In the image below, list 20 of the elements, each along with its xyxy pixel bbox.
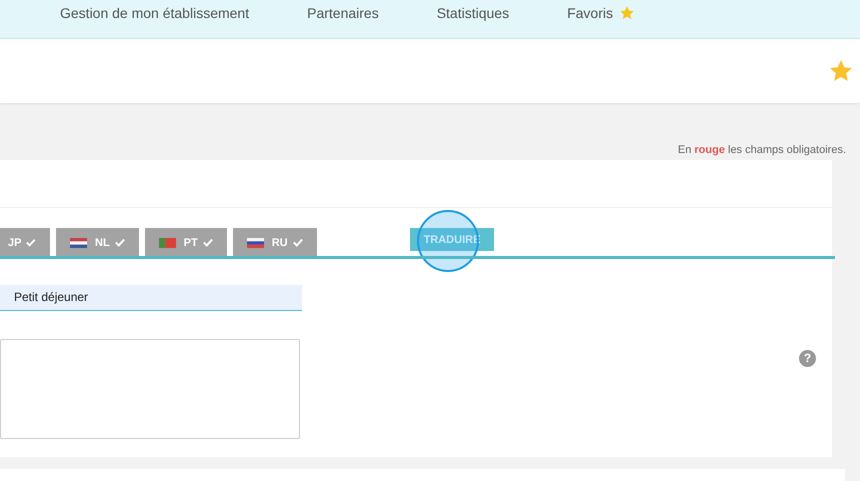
check-icon (114, 238, 125, 247)
flag-icon (246, 238, 264, 248)
flag-icon (70, 238, 87, 248)
description-field[interactable] (0, 339, 300, 439)
check-icon (292, 238, 303, 247)
language-tab[interactable]: PT (144, 228, 227, 257)
translate-button[interactable]: TRADUIRE (410, 228, 494, 251)
required-fields-note: En rouge les champs obligatoires. (678, 144, 846, 158)
language-tab[interactable]: JP (0, 228, 50, 257)
name-field[interactable]: Petit déjeuner (0, 285, 302, 311)
language-tab[interactable]: NL (56, 228, 139, 257)
flag-icon (158, 238, 176, 248)
nav-link[interactable]: Partenaires (307, 5, 379, 21)
help-icon[interactable]: ? (799, 350, 816, 367)
check-icon (202, 238, 213, 247)
nav-link[interactable]: Statistiques (436, 5, 510, 21)
nav-link[interactable]: Favoris (567, 5, 635, 21)
check-icon (26, 238, 36, 247)
nav-link[interactable]: Gestion de mon établissement (60, 5, 250, 21)
language-tab[interactable]: RU (232, 228, 317, 257)
